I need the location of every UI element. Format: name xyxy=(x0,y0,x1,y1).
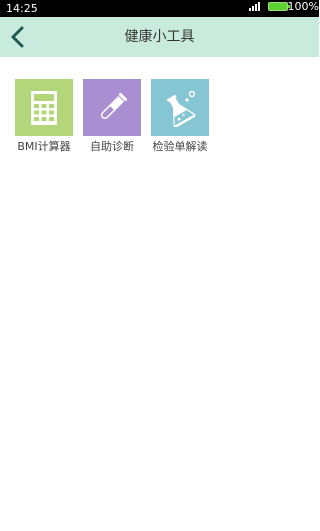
app-header: 健康小工具 xyxy=(0,17,319,57)
tool-tile xyxy=(151,79,209,136)
tool-self-diagnosis[interactable]: 自助诊断 xyxy=(83,79,141,154)
test-tube-icon xyxy=(100,92,128,119)
tool-tile xyxy=(83,79,141,136)
tool-bmi-calculator[interactable]: BMI计算器 xyxy=(15,79,73,154)
page-title: 健康小工具 xyxy=(124,29,195,45)
tool-label: 检验单解读 xyxy=(152,140,208,153)
status-bar: 14:25 100% xyxy=(0,0,319,17)
tool-label: 自助诊断 xyxy=(90,140,134,153)
signal-icon xyxy=(249,2,261,11)
tool-tile xyxy=(15,79,73,136)
flask-icon xyxy=(167,90,196,127)
tool-label: BMI计算器 xyxy=(17,140,71,153)
tool-lab-report-reading[interactable]: 检验单解读 xyxy=(151,79,209,154)
calculator-icon xyxy=(31,90,57,125)
battery-level: 100% xyxy=(287,0,319,13)
status-time: 14:25 xyxy=(6,2,38,15)
battery-icon xyxy=(268,2,290,11)
